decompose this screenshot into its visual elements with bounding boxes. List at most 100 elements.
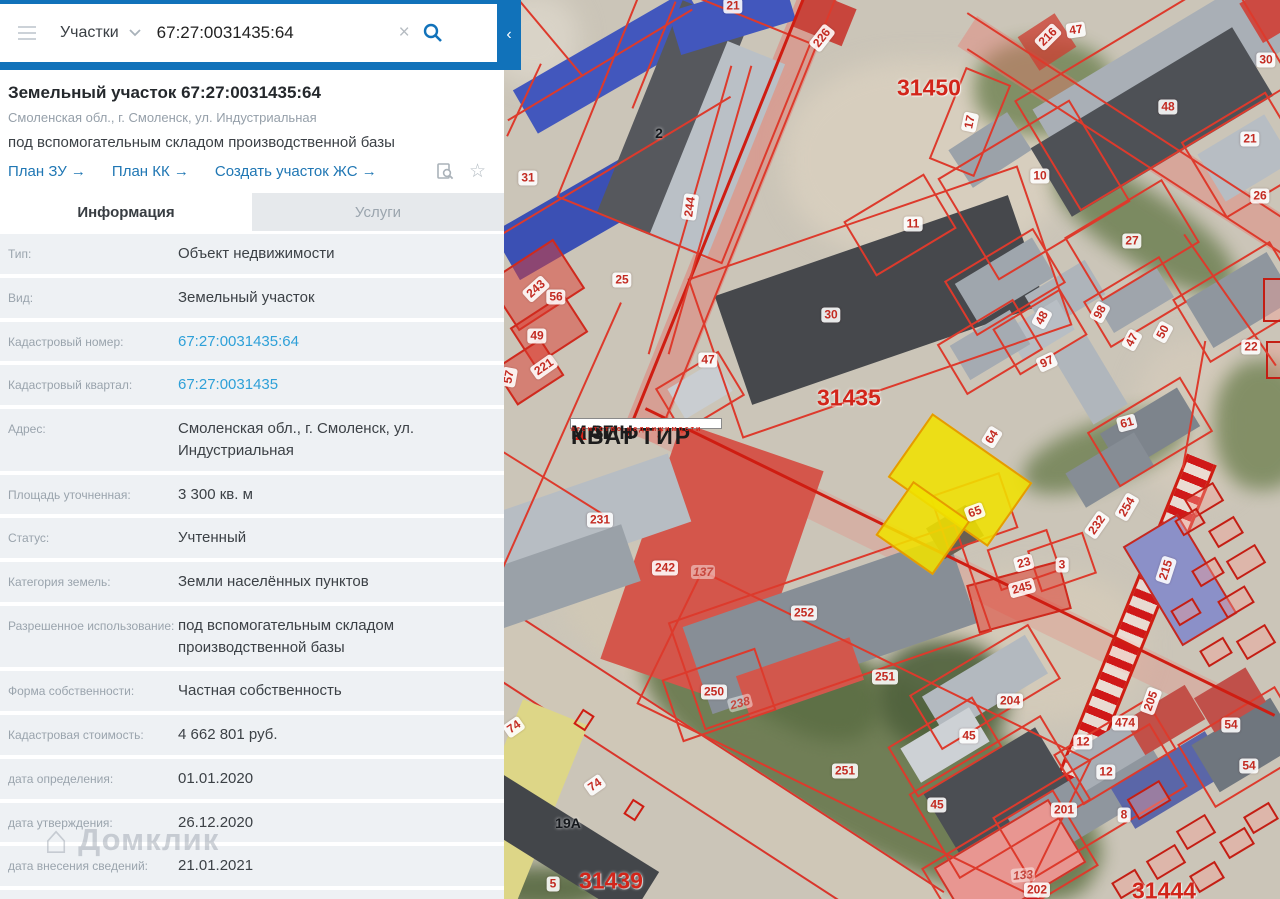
parcel-label[interactable]: 27 — [1122, 233, 1142, 249]
parcel-label[interactable]: 12 — [1073, 734, 1093, 750]
parcel-label[interactable]: 254 — [1113, 491, 1141, 523]
field-label: дата внесения сведений: — [8, 859, 148, 874]
parcel-address: Смоленская обл., г. Смоленск, ул. Индуст… — [8, 110, 317, 125]
link-icons: ☆ — [436, 162, 486, 181]
info-row: дата определения: 01.01.2020 — [0, 758, 504, 799]
tab-active[interactable]: Информация — [0, 193, 252, 231]
parcel-label[interactable]: 21 — [1240, 131, 1260, 147]
field-value-link[interactable]: 67:27:0031435 — [178, 374, 278, 396]
clear-search-icon[interactable]: × — [399, 22, 410, 44]
quarter-label[interactable]: 31450 — [897, 75, 961, 102]
bottom-accent-strip — [0, 62, 497, 70]
parcel-label[interactable]: 30 — [1256, 52, 1276, 68]
address-label: 19А — [555, 815, 581, 831]
building-outline — [1225, 543, 1267, 581]
parcel-label[interactable]: 45 — [927, 797, 947, 813]
field-value: 21.01.2021 — [178, 857, 254, 875]
building-outline — [1199, 636, 1233, 668]
parcel-label[interactable]: 45 — [959, 728, 979, 744]
parcel-label[interactable]: 8 — [1117, 807, 1131, 823]
chevron-down-icon[interactable] — [129, 29, 141, 37]
building-outline — [1218, 826, 1256, 860]
quarter-label[interactable]: 31444 — [1132, 878, 1196, 899]
info-row: дата внесения сведений: 21.01.2021 — [0, 846, 504, 886]
parcel-label[interactable]: 74 — [582, 773, 608, 797]
parcel-label[interactable]: 48 — [1158, 99, 1178, 115]
field-value: под вспомогательным складом производстве… — [178, 616, 395, 656]
action-link[interactable]: План КК → — [112, 163, 189, 180]
watermark-line3: агентство недвижимости — [571, 426, 703, 433]
parcel-label[interactable]: 26 — [1250, 188, 1270, 204]
tab-bar: Информация Услуги — [0, 193, 504, 231]
parcel-label[interactable]: 10 — [1030, 168, 1050, 184]
parcel-label[interactable]: 47 — [1065, 21, 1087, 39]
building-outline — [1145, 843, 1187, 881]
parcel-label[interactable]: 56 — [546, 289, 566, 305]
parcel-label[interactable]: 31 — [518, 170, 538, 186]
parcel-label[interactable]: 54 — [1239, 758, 1259, 774]
search-row: Участки × — [0, 4, 497, 62]
field-value: 01.01.2020 — [178, 769, 254, 787]
info-row: Площадь уточненная: 3 300 кв. м — [0, 474, 504, 515]
action-link[interactable]: Создать участок ЖС → — [215, 163, 377, 180]
parcel-label[interactable]: 50 — [1151, 319, 1175, 345]
parcel-label[interactable]: 30 — [821, 307, 841, 323]
field-label: Кадастровая стоимость: — [8, 728, 144, 742]
tab-inactive[interactable]: Услуги — [252, 193, 504, 231]
field-value: Смоленская обл., г. Смоленск, ул. Индуст… — [178, 420, 415, 459]
parcel-label[interactable]: 11 — [903, 216, 923, 232]
parcel-label[interactable]: 242 — [651, 560, 679, 576]
info-row: Тип: Объект недвижимости — [0, 234, 504, 274]
parcel-label[interactable]: 231 — [586, 512, 614, 528]
parcel-label[interactable]: 251 — [871, 669, 899, 685]
preview-plan-icon[interactable] — [436, 162, 455, 181]
field-value: 4 662 801 руб. — [178, 726, 278, 743]
parcel-label[interactable]: 204 — [996, 693, 1024, 709]
parcel-label[interactable]: 202 — [1023, 882, 1051, 898]
info-row: дата применения:01.01.2021 — [0, 890, 504, 899]
parcel-label[interactable]: 22 — [1241, 339, 1261, 355]
parcel-label[interactable]: 49 — [527, 328, 547, 344]
action-link[interactable]: План ЗУ → — [8, 163, 86, 180]
parcel-label[interactable]: 12 — [1096, 764, 1116, 780]
field-value: Земли населённых пунктов — [178, 573, 369, 590]
favorite-star-icon[interactable]: ☆ — [469, 162, 486, 181]
parcel-label[interactable]: 54 — [1221, 717, 1241, 733]
building-outline — [1235, 623, 1277, 661]
field-label: Кадастровый номер: — [8, 334, 124, 349]
search-category-select[interactable]: Участки — [60, 24, 119, 42]
info-row: Кадастровый номер: 67:27:0031435:64 — [0, 321, 504, 362]
parcel-label[interactable]: 5 — [546, 876, 560, 892]
quarter-label[interactable]: 31435 — [817, 385, 881, 412]
action-links: План ЗУ → План КК → Создать участок ЖС → ☆ — [8, 162, 494, 181]
parcel-label[interactable]: 64 — [980, 424, 1004, 450]
parcel-label[interactable]: 133 — [1010, 866, 1036, 884]
info-row: Кадастровый квартал: 67:27:0031435 — [0, 365, 504, 405]
info-row: Категория земель: Земли населённых пункто… — [0, 562, 504, 602]
parcel-label[interactable]: 21 — [723, 0, 743, 14]
parcel-label[interactable]: 474 — [1111, 715, 1139, 731]
field-value: Земельный участок — [178, 288, 315, 306]
map-canvas[interactable]: МАГ ▲ ЗИН КВАРТИР агентство недвижимости 3… — [504, 0, 1280, 899]
parcel-label[interactable]: 251 — [831, 763, 859, 779]
parcel-label[interactable]: 201 — [1050, 802, 1078, 818]
parcel-label[interactable]: 250 — [700, 684, 728, 700]
search-icon[interactable] — [422, 22, 444, 44]
search-input[interactable] — [154, 22, 397, 44]
menu-icon[interactable] — [18, 26, 36, 40]
collapse-panel-button[interactable]: ‹ — [497, 0, 521, 70]
info-row: Разрешенное использование: под вспомогате… — [0, 605, 504, 668]
parcel-label[interactable]: 3 — [1055, 557, 1069, 573]
parcel-label[interactable]: 137 — [690, 565, 716, 579]
info-row: дата утверждения: 26.12.2020 — [0, 802, 504, 843]
parcel-panel: Земельный участок 67:27:0031435:64 Смоле… — [0, 70, 504, 899]
parcel-label[interactable]: 25 — [612, 272, 632, 288]
parcel-label[interactable]: 232 — [1083, 510, 1111, 540]
field-value-link[interactable]: 67:27:0031435:64 — [178, 331, 299, 353]
field-label: Форма собственности: — [8, 684, 135, 699]
parcel-label[interactable]: 252 — [790, 605, 818, 621]
parcel-label[interactable]: 47 — [698, 352, 718, 368]
info-sidebar: Земельный участок 67:27:0031435:64 Смоле… — [0, 0, 504, 899]
info-row: Кадастровая стоимость: 4 662 801 руб. — [0, 715, 504, 755]
quarter-label[interactable]: 31439 — [579, 868, 643, 895]
